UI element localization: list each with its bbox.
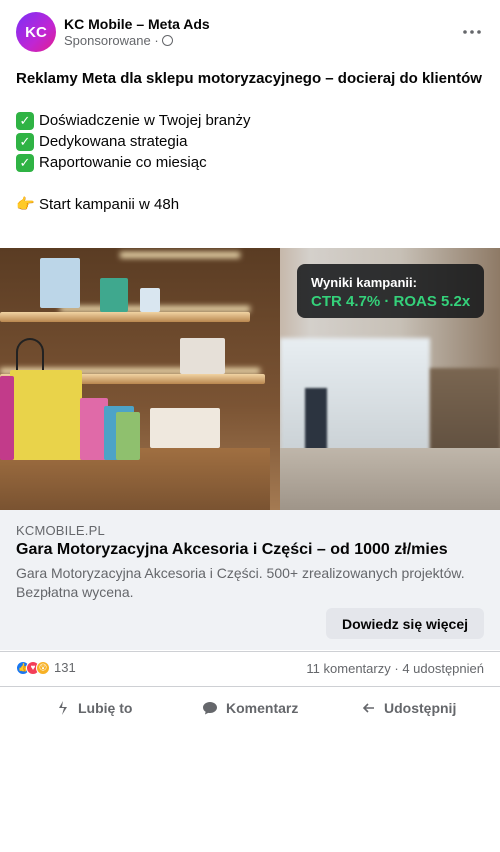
check-mark-icon: ✓ [16, 111, 34, 130]
store-hallway [280, 338, 430, 458]
results-label: Wyniki kampanii: [311, 275, 417, 290]
page-name-link[interactable]: KC Mobile – Meta Ads [64, 16, 210, 32]
shopping-bag [0, 376, 14, 460]
comments-count[interactable]: 11 komentarzy [306, 661, 390, 676]
post-text: Reklamy Meta dla sklepu motoryzacyjnego … [16, 68, 484, 215]
link-card[interactable]: KCMOBILE.PL Gara Motoryzacyjna Akcesoria… [0, 510, 500, 650]
bullet-item: ✓ Raportowanie co miesiąc [16, 152, 484, 173]
shelf-light [120, 252, 240, 258]
check-mark-icon: ✓ [16, 153, 34, 172]
campaign-results-overlay: Wyniki kampanii: CTR 4.7% · ROAS 5.2x [297, 264, 484, 318]
divider [0, 686, 500, 687]
shopping-bag [116, 412, 140, 460]
post-actions: Lubię to Komentarz Udostępnij [0, 690, 500, 726]
pointing-hand-icon: 👉 [16, 196, 35, 213]
shares-count[interactable]: 4 udostępnień [402, 661, 484, 676]
more-options-button[interactable] [460, 20, 484, 44]
shopping-bag [10, 370, 82, 460]
bullet-item: ✓ Dedykowana strategia [16, 131, 484, 152]
cta-line: 👉 Start kampanii w 48h [16, 194, 484, 215]
share-label: Udostępnij [384, 700, 457, 716]
thumbs-up-icon [59, 701, 67, 715]
post-header: KC KC Mobile – Meta Ads Sponsorowane · [16, 12, 484, 52]
ad-headline: Reklamy Meta dla sklepu motoryzacyjnego … [16, 70, 482, 87]
cta-line-text: Start kampanii w 48h [39, 196, 180, 213]
avatar[interactable]: KC [16, 12, 56, 52]
link-domain: KCMOBILE.PL [16, 523, 105, 538]
comments-shares-count[interactable]: 11 komentarzy · 4 udostępnień [306, 661, 484, 676]
product-box [100, 278, 128, 312]
like-label: Lubię to [78, 700, 133, 716]
globe-icon [161, 35, 173, 46]
bullet-text: Doświadczenie w Twojej branży [39, 112, 251, 129]
haha-reaction-icon: 😮 [36, 660, 50, 675]
product-box [150, 408, 220, 448]
link-description: Gara Motoryzacyjna Akcesoria i Części. 5… [16, 565, 465, 600]
comment-bubble-icon [203, 702, 217, 715]
sponsored-post: KC KC Mobile – Meta Ads Sponsorowane · R… [0, 0, 500, 852]
share-button[interactable]: Udostępnij [362, 690, 456, 726]
check-mark-icon: ✓ [16, 132, 34, 151]
product-box [40, 258, 80, 308]
comment-label: Komentarz [226, 700, 299, 716]
sponsored-label: Sponsorowane · [64, 33, 173, 48]
bullet-item: ✓ Doświadczenie w Twojej branży [16, 110, 484, 131]
more-horizontal-icon [463, 30, 481, 34]
link-title[interactable]: Gara Motoryzacyjna Akcesoria i Części – … [16, 541, 486, 559]
reaction-count: 131 [54, 660, 76, 675]
comment-button[interactable]: Komentarz [202, 690, 298, 726]
divider [0, 651, 500, 652]
product-box [140, 288, 160, 312]
counts-separator: · [394, 661, 399, 676]
share-arrow-icon [362, 703, 374, 713]
results-value: CTR 4.7% · ROAS 5.2x [311, 293, 471, 310]
like-button[interactable]: Lubię to [56, 690, 132, 726]
sponsored-text: Sponsorowane · [64, 33, 159, 48]
bullet-text: Dedykowana strategia [39, 133, 188, 150]
ad-image[interactable]: Wyniki kampanii: CTR 4.7% · ROAS 5.2x [0, 248, 500, 510]
product-box [180, 338, 225, 374]
bullet-text: Raportowanie co miesiąc [39, 154, 207, 171]
learn-more-button[interactable]: Dowiedz się więcej [326, 608, 484, 639]
reactions-summary[interactable]: 👍 ♥ 😮 131 [16, 660, 76, 675]
shelf [0, 312, 250, 322]
